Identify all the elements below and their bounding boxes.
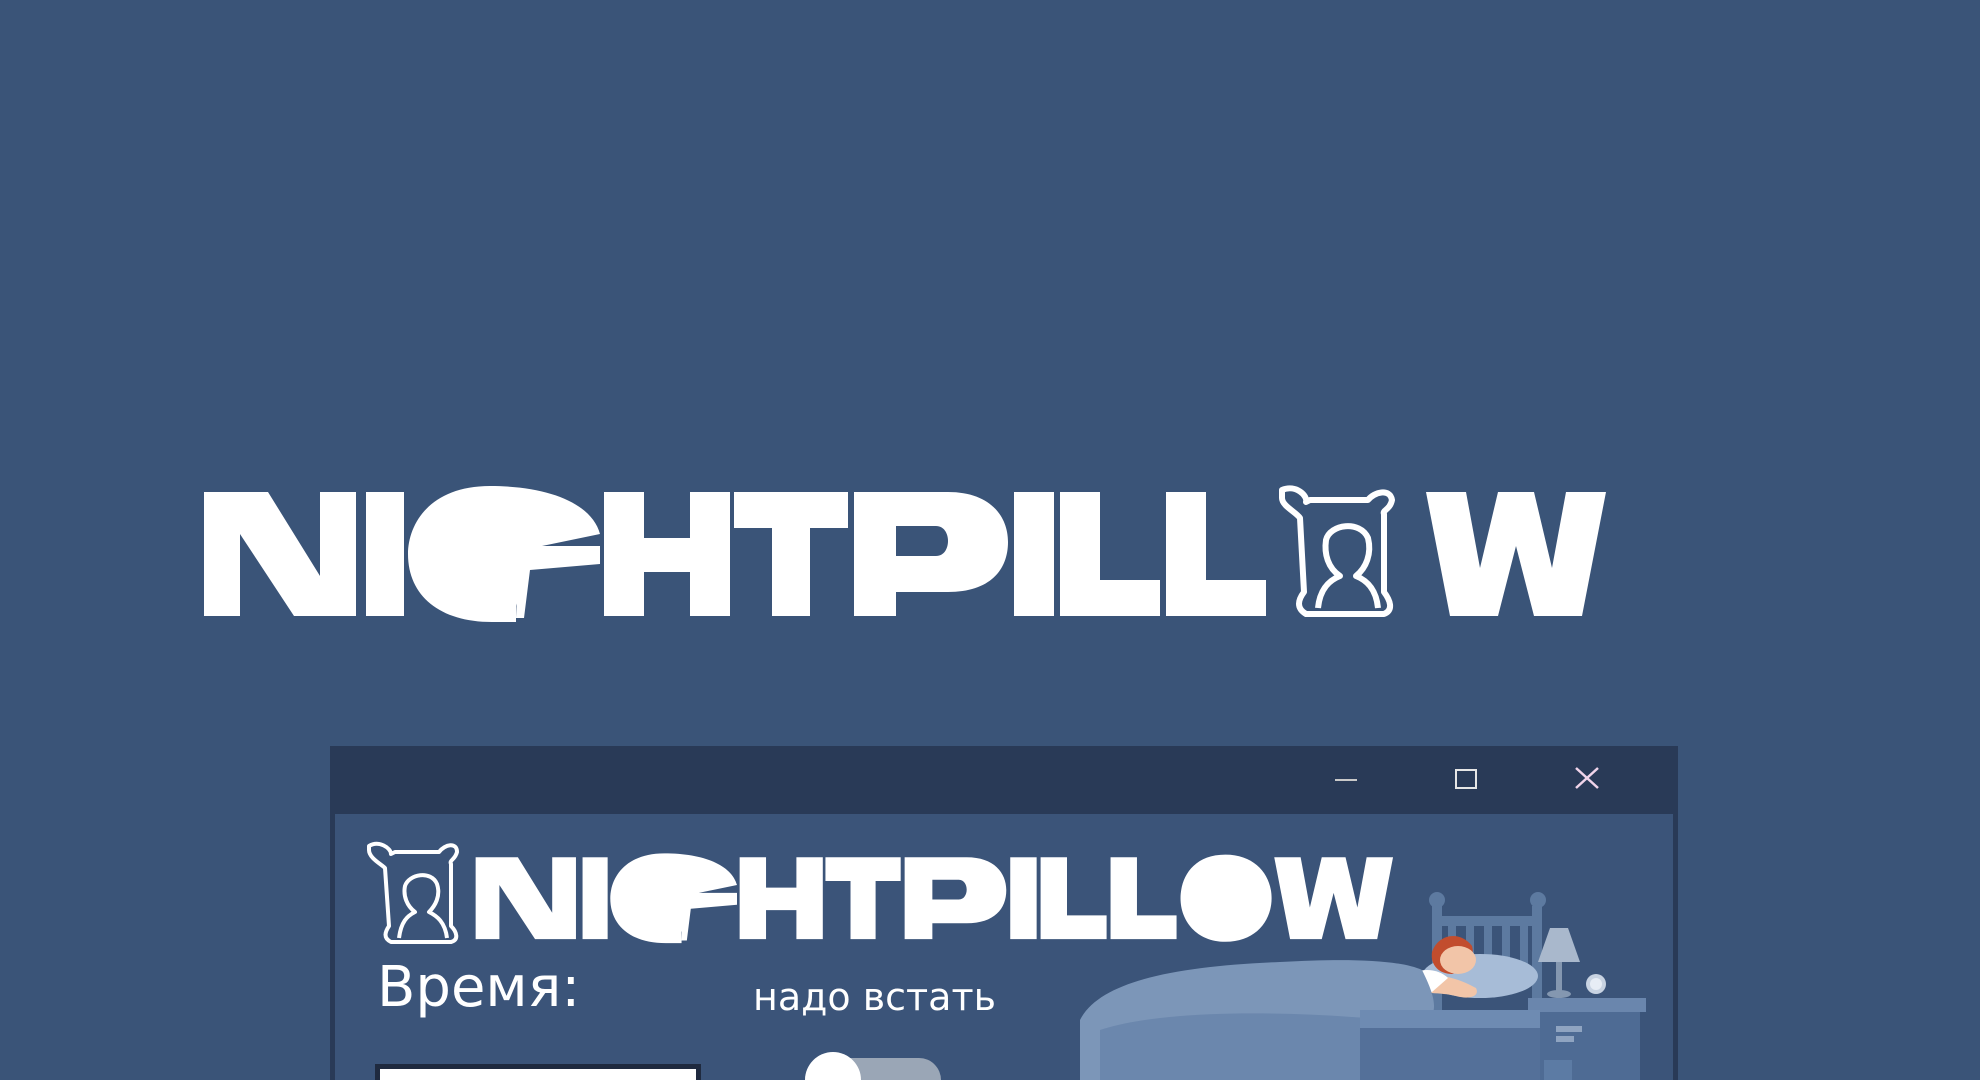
desktop-background: Время: надо встать (0, 0, 1980, 1080)
time-input[interactable] (375, 1064, 701, 1080)
alarm-clock-icon (1586, 974, 1606, 994)
maximize-button[interactable] (1440, 760, 1490, 796)
bed-frame (1360, 1010, 1540, 1028)
sleeping-girl-illustration (1080, 892, 1646, 1080)
minimize-icon (1335, 779, 1357, 781)
maximize-icon (1455, 769, 1477, 789)
app-content: Время: надо встать (335, 814, 1673, 1080)
toggle-knob (805, 1052, 861, 1080)
close-button[interactable] (1562, 760, 1612, 796)
time-label: Время: (377, 955, 581, 1020)
app-window: Время: надо встать (330, 746, 1678, 1080)
pillow-icon (367, 841, 459, 944)
alarm-toggle[interactable] (805, 1052, 941, 1080)
status-text: надо встать (753, 975, 996, 1019)
lamp-icon (1538, 928, 1580, 998)
nightpillow-hero-logo (204, 485, 1606, 622)
close-icon (1575, 767, 1599, 789)
window-titlebar[interactable] (330, 746, 1678, 814)
nightstand (1528, 998, 1646, 1080)
minimize-button[interactable] (1320, 760, 1370, 796)
pillow-icon (1279, 485, 1395, 617)
